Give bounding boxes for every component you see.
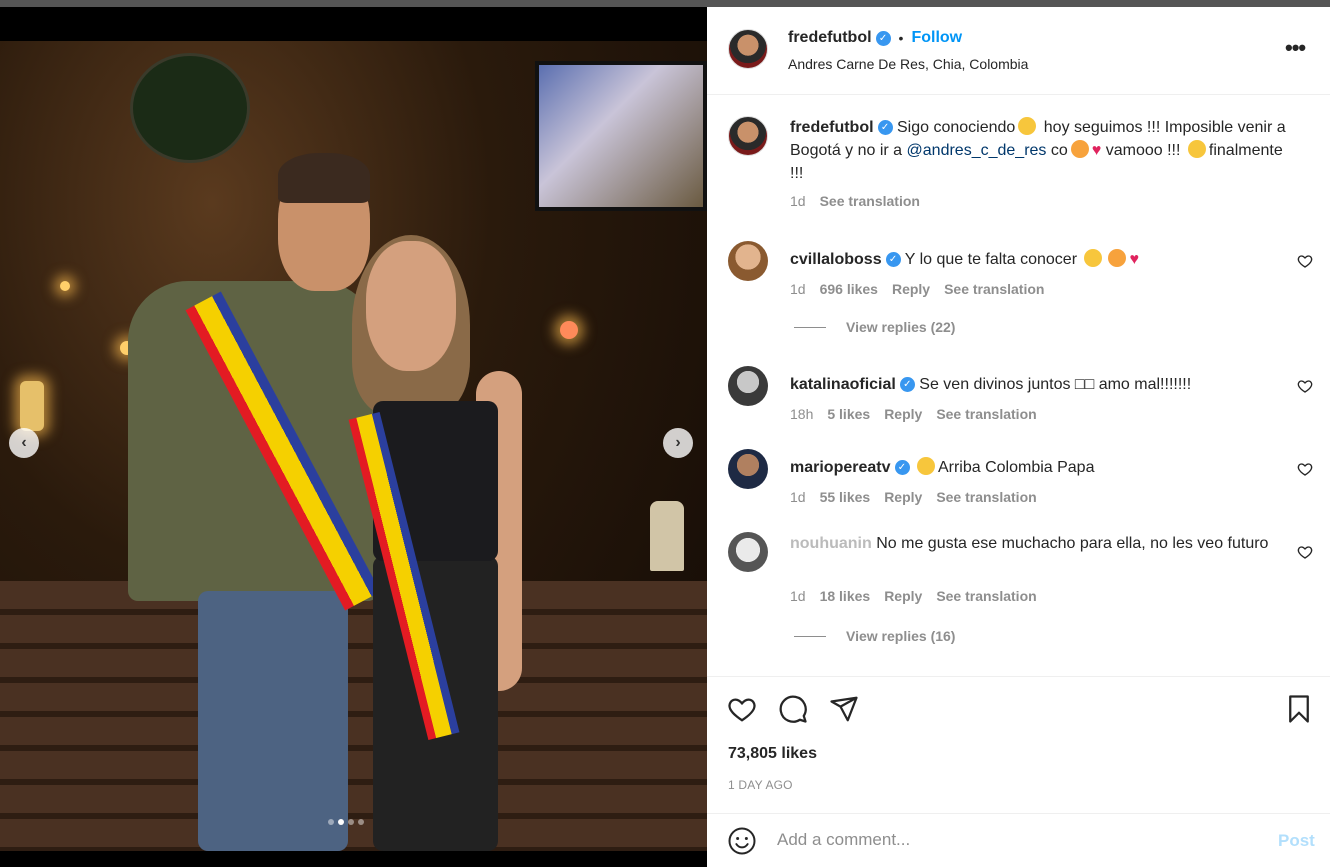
commenter-avatar[interactable]	[728, 241, 768, 281]
post-likes-count[interactable]: 73,805 likes	[728, 745, 817, 763]
commenter-avatar[interactable]	[728, 366, 768, 406]
like-comment-heart-icon[interactable]	[1297, 253, 1313, 269]
more-options-icon[interactable]: •••	[1285, 35, 1306, 61]
commenter-username[interactable]: cvillaloboss	[790, 251, 882, 268]
emoji-picker-icon[interactable]	[727, 826, 757, 856]
post-location[interactable]: Andres Carne De Res, Chia, Colombia	[788, 56, 1028, 72]
heart-eyes-emoji-icon	[1084, 249, 1103, 267]
comment-time: 1d	[790, 489, 806, 505]
post-media: ‹ ›	[0, 7, 707, 867]
comment-text: No me gusta ese muchacho para ella, no l…	[876, 535, 1269, 552]
commenter-avatar[interactable]	[728, 449, 768, 489]
post-comment-button[interactable]: Post	[1278, 831, 1315, 851]
bookmark-icon[interactable]	[1284, 694, 1314, 724]
carousel-dot	[328, 819, 334, 825]
comments-list: fredefutbol ✓ Sigo conociendo hoy seguimo…	[707, 96, 1330, 676]
caption-username[interactable]: fredefutbol	[790, 119, 874, 136]
carousel-dots	[328, 819, 364, 825]
mention-link[interactable]: @andres_c_de_res	[907, 142, 1047, 159]
like-heart-icon[interactable]	[727, 694, 757, 724]
caption-text: fredefutbol ✓ Sigo conociendo hoy seguimo…	[790, 117, 1286, 182]
reply-button[interactable]: Reply	[884, 406, 922, 422]
post-sidebar: fredefutbol ✓ • Follow Andres Carne De R…	[707, 7, 1330, 867]
comment-time: 1d	[790, 588, 806, 604]
carousel-prev-button[interactable]: ‹	[9, 428, 39, 458]
comment-text: Se ven divinos juntos □□ amo mal!!!!!!!	[919, 376, 1192, 393]
reply-button[interactable]: Reply	[884, 489, 922, 505]
carousel-dot	[358, 819, 364, 825]
post-date: 1 DAY AGO	[728, 778, 793, 792]
commenter-username[interactable]: mariopereatv	[790, 459, 891, 476]
see-translation-button[interactable]: See translation	[820, 193, 920, 209]
see-translation-button[interactable]: See translation	[944, 281, 1044, 297]
caption-time: 1d	[790, 193, 806, 209]
carousel-next-button[interactable]: ›	[663, 428, 693, 458]
party-emoji-icon	[1108, 249, 1127, 267]
add-comment-input[interactable]	[777, 828, 1237, 852]
comment-likes[interactable]: 18 likes	[820, 588, 871, 604]
window-top-bar	[0, 0, 1330, 7]
view-replies-button[interactable]: View replies (16)	[794, 628, 955, 644]
commenter-avatar[interactable]	[728, 532, 768, 572]
share-send-icon[interactable]	[829, 694, 859, 724]
author-avatar[interactable]	[728, 29, 768, 69]
verified-badge-icon: ✓	[877, 120, 893, 136]
post-photo	[0, 41, 707, 851]
post-header: fredefutbol ✓ • Follow Andres Carne De R…	[707, 7, 1330, 95]
carousel-dot-active	[338, 819, 344, 825]
author-username[interactable]: fredefutbol	[788, 29, 872, 47]
reply-button[interactable]: Reply	[884, 588, 922, 604]
chevron-right-icon: ›	[675, 434, 681, 451]
caption-avatar[interactable]	[728, 116, 768, 156]
separator-dot: •	[898, 30, 904, 46]
carousel-dot	[348, 819, 354, 825]
like-comment-heart-icon[interactable]	[1297, 378, 1313, 394]
comment-composer: Post	[707, 813, 1330, 867]
comment-text: Y lo que te falta conocer	[904, 251, 1078, 268]
kiss-emoji-icon	[1070, 140, 1089, 158]
see-translation-button[interactable]: See translation	[936, 489, 1036, 505]
verified-badge-icon: ✓	[885, 252, 901, 268]
red-heart-icon: ♥	[1129, 251, 1139, 268]
raising-hands-emoji-icon	[916, 457, 935, 475]
chevron-left-icon: ‹	[21, 434, 27, 451]
comment-likes[interactable]: 696 likes	[820, 281, 878, 297]
post-actions: 73,805 likes 1 DAY AGO	[707, 676, 1330, 816]
verified-badge-icon: ✓	[894, 460, 910, 476]
verified-badge-icon: ✓	[899, 377, 915, 393]
comment-bubble-icon[interactable]	[778, 694, 808, 724]
sunglasses-emoji-icon	[1018, 117, 1037, 135]
comment-time: 1d	[790, 281, 806, 297]
follow-button[interactable]: Follow	[911, 29, 962, 47]
red-heart-icon: ♥	[1091, 142, 1102, 159]
commenter-username[interactable]: nouhuanin	[790, 535, 872, 552]
view-replies-button[interactable]: View replies (22)	[794, 319, 955, 335]
see-translation-button[interactable]: See translation	[936, 406, 1036, 422]
sun-emoji-icon	[1187, 140, 1206, 158]
verified-badge-icon: ✓	[875, 30, 891, 46]
like-comment-heart-icon[interactable]	[1297, 461, 1313, 477]
comment-time: 18h	[790, 406, 814, 422]
see-translation-button[interactable]: See translation	[936, 588, 1036, 604]
comment-likes[interactable]: 5 likes	[827, 406, 870, 422]
like-comment-heart-icon[interactable]	[1297, 544, 1313, 560]
reply-button[interactable]: Reply	[892, 281, 930, 297]
commenter-username[interactable]: katalinaoficial	[790, 376, 896, 393]
comment-likes[interactable]: 55 likes	[820, 489, 871, 505]
comment-text: Arriba Colombia Papa	[937, 459, 1095, 476]
